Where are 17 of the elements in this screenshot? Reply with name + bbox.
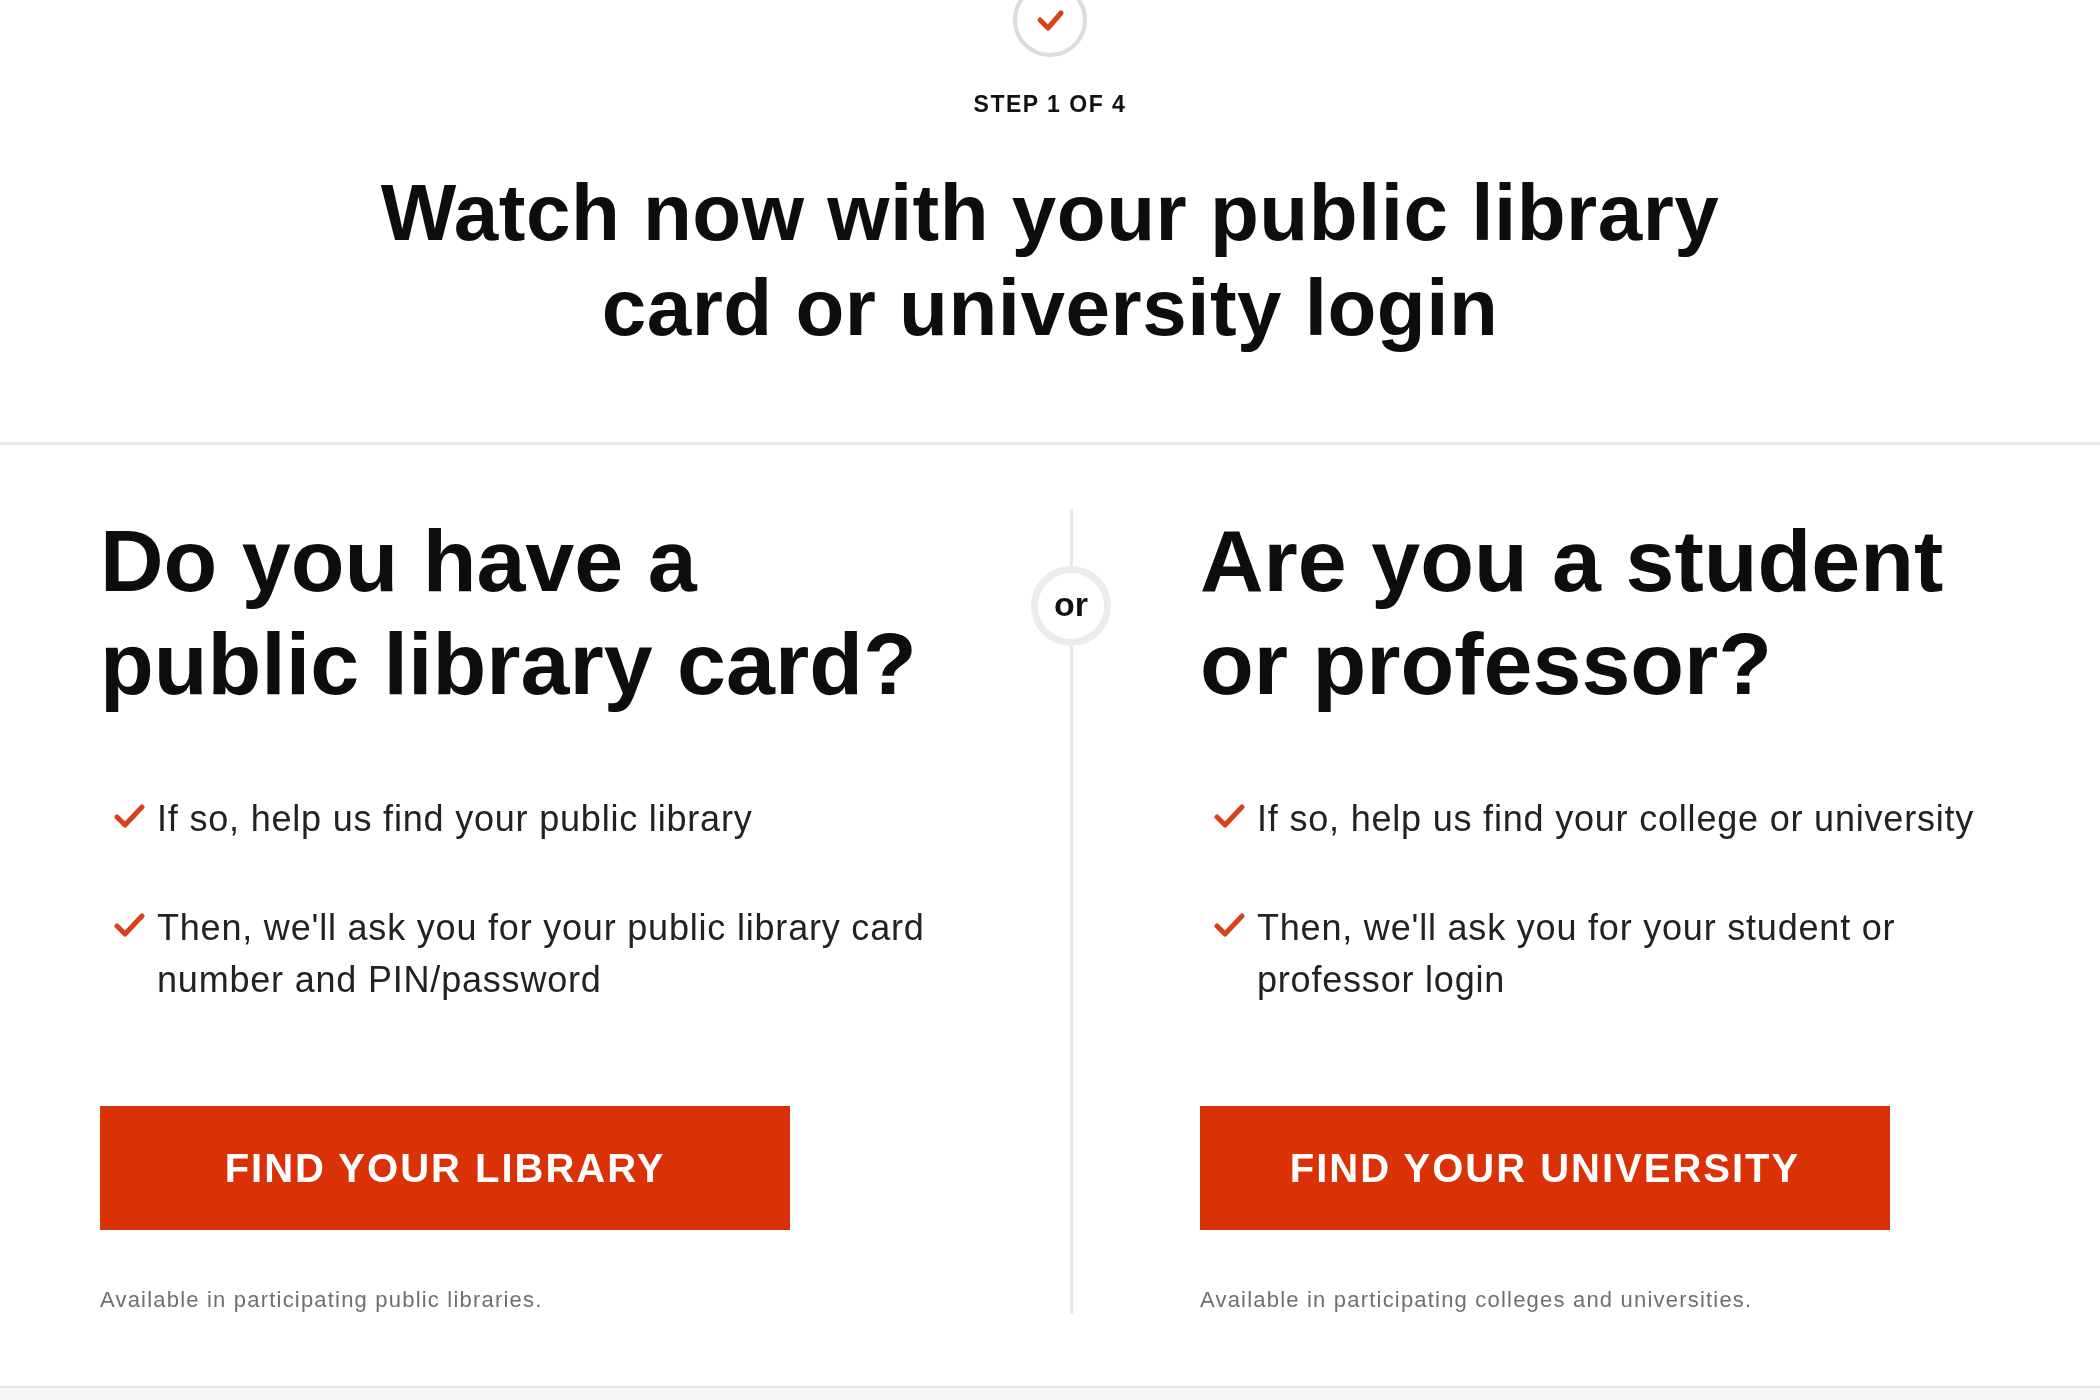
- availability-note: Available in participating public libraries.: [100, 1286, 543, 1314]
- check-icon: [1214, 804, 1245, 828]
- or-separator: or: [1031, 566, 1111, 646]
- bullet-text: If so, help us find your public library: [157, 797, 753, 841]
- find-button[interactable]: FIND YOUR UNIVERSITY: [1200, 1106, 1890, 1230]
- step-label: STEP 1 OF 4: [973, 90, 1127, 118]
- check-icon: [114, 804, 145, 828]
- page-title: Watch now with your public library card or university login: [379, 167, 1721, 354]
- check-icon: [1214, 913, 1245, 937]
- option-heading: Are you a student or professor?: [1200, 510, 1945, 715]
- check-icon: [114, 913, 145, 937]
- find-button[interactable]: FIND YOUR LIBRARY: [100, 1106, 790, 1230]
- option-heading: Do you have a public library card?: [100, 510, 918, 715]
- bullet-text: Then, we'll ask you for your student or professor login: [1257, 906, 1897, 1002]
- bullet-text: Then, we'll ask you for your public library card number and PIN/password: [157, 906, 926, 1002]
- bullet-text: If so, help us find your college or university: [1257, 797, 1975, 841]
- availability-note: Available in participating colleges and universities.: [1200, 1286, 1753, 1314]
